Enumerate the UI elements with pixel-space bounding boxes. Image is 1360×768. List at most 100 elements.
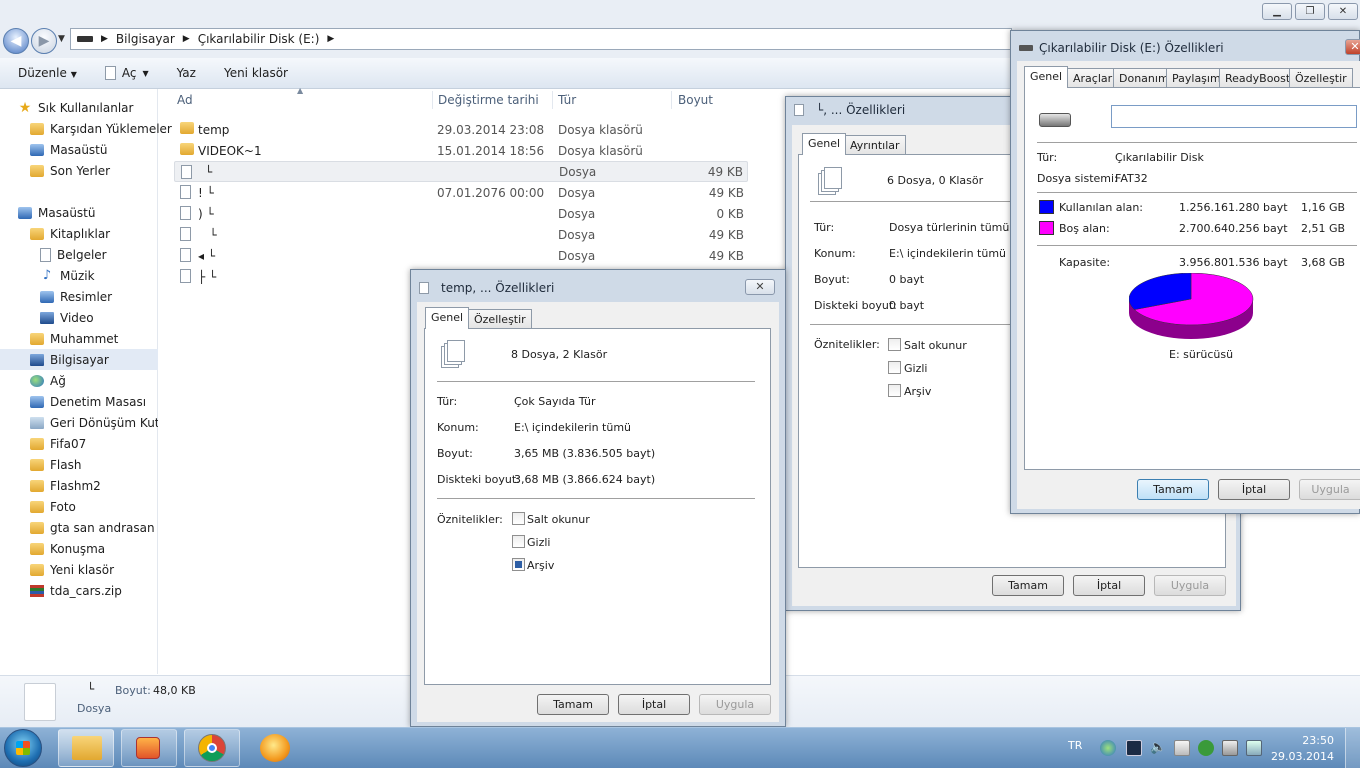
tab-general[interactable]: Genel xyxy=(425,307,470,329)
type-value: Dosya türlerinin tümü xyxy=(889,221,1010,234)
nav-pictures[interactable]: Resimler xyxy=(40,286,198,307)
power-icon[interactable] xyxy=(1246,740,1262,756)
tab-customize[interactable]: Özelleştir xyxy=(1289,68,1353,88)
ok-button[interactable]: Tamam xyxy=(992,575,1064,596)
nav-flashm2[interactable]: Flashm2 xyxy=(30,475,188,496)
file-row[interactable]: ! └ 07.01.2076 00:00 Dosya 49 KB xyxy=(174,182,748,203)
capacity-gb: 3,68 GB xyxy=(1301,256,1346,269)
volume-icon[interactable]: 🔈 xyxy=(1150,740,1166,756)
breadcrumb-computer[interactable]: Bilgisayar xyxy=(116,32,175,46)
nav-foto[interactable]: Foto xyxy=(30,496,188,517)
maximize-button[interactable]: ❐ xyxy=(1295,3,1325,20)
open-button[interactable]: Aç ▼ xyxy=(104,66,149,80)
write-button[interactable]: Yaz xyxy=(177,66,196,80)
new-folder-button[interactable]: Yeni klasör xyxy=(224,66,288,80)
ok-button[interactable]: Tamam xyxy=(537,694,609,715)
nav-fifa07[interactable]: Fifa07 xyxy=(30,433,188,454)
nav-gta[interactable]: gta san andrasan xyxy=(30,517,188,538)
cancel-button[interactable]: İptal xyxy=(1073,575,1145,596)
nav-desktop-fav[interactable]: Masaüstü xyxy=(30,139,188,160)
security-icon[interactable] xyxy=(1198,740,1214,756)
attributes-label: Öznitelikler: xyxy=(814,338,880,351)
tab-general[interactable]: Genel xyxy=(802,133,847,155)
nav-video[interactable]: Video xyxy=(40,307,198,328)
column-separator[interactable] xyxy=(671,91,672,109)
column-header-size[interactable]: Boyut xyxy=(678,89,713,111)
file-row[interactable]: └ Dosya 49 KB xyxy=(174,224,748,245)
nav-konusma[interactable]: Konuşma xyxy=(30,538,188,559)
nav-desktop[interactable]: Masaüstü xyxy=(18,202,176,223)
nav-recent-places[interactable]: Son Yerler xyxy=(30,160,188,181)
column-separator[interactable] xyxy=(432,91,433,109)
nav-zip[interactable]: tda_cars.zip xyxy=(30,580,188,601)
nav-control-panel[interactable]: Denetim Masası xyxy=(30,391,188,412)
volume-label-input[interactable] xyxy=(1111,105,1357,128)
forward-button[interactable]: ▶ xyxy=(31,28,57,54)
details-name: └ xyxy=(87,682,95,696)
file-row[interactable]: ) └ Dosya 0 KB xyxy=(174,203,748,224)
safely-remove-icon[interactable] xyxy=(1222,740,1238,756)
tab-readyboost[interactable]: ReadyBoost xyxy=(1219,68,1297,88)
apply-button[interactable]: Uygula xyxy=(1299,479,1360,500)
organize-menu[interactable]: Düzenle ▼ xyxy=(18,66,77,80)
file-row[interactable]: ◂ └ Dosya 49 KB xyxy=(174,245,748,266)
nav-user[interactable]: Muhammet xyxy=(30,328,188,349)
readonly-label: Salt okunur xyxy=(527,513,590,526)
tab-customize[interactable]: Özelleştir xyxy=(468,309,532,329)
network-globe-icon[interactable] xyxy=(1100,740,1116,756)
selection-summary: 8 Dosya, 2 Klasör xyxy=(511,348,608,361)
address-bar[interactable]: ▶ Bilgisayar ▶ Çıkarılabilir Disk (E:) ▶ xyxy=(70,28,1012,50)
cancel-button[interactable]: İptal xyxy=(618,694,690,715)
folder-icon xyxy=(30,542,44,555)
tab-details[interactable]: Ayrıntılar xyxy=(844,135,906,155)
language-indicator[interactable]: TR xyxy=(1068,739,1082,752)
nav-recycle-bin[interactable]: Geri Dönüşüm Kutusu xyxy=(30,412,158,433)
action-center-icon[interactable] xyxy=(1174,740,1190,756)
close-button[interactable]: ✕ xyxy=(1328,3,1358,20)
back-button[interactable]: ◀ xyxy=(3,28,29,54)
minimize-button[interactable]: ▁ xyxy=(1262,3,1292,20)
tab-tools[interactable]: Araçlar xyxy=(1067,68,1119,88)
cancel-button[interactable]: İptal xyxy=(1218,479,1290,500)
apply-button[interactable]: Uygula xyxy=(1154,575,1226,596)
readonly-checkbox[interactable] xyxy=(512,512,525,525)
recent-pages-dropdown[interactable]: ▼ xyxy=(58,34,65,44)
column-header-type[interactable]: Tür xyxy=(558,89,576,111)
breadcrumb-drive[interactable]: Çıkarılabilir Disk (E:) xyxy=(198,32,320,46)
apply-button[interactable]: Uygula xyxy=(699,694,771,715)
folder-icon xyxy=(30,437,44,450)
clock-date[interactable]: 29.03.2014 xyxy=(1270,750,1334,763)
column-header-date[interactable]: Değiştirme tarihi xyxy=(438,89,539,111)
nav-new-folder[interactable]: Yeni klasör xyxy=(30,559,188,580)
file-row[interactable]: └ Dosya 49 KB xyxy=(174,161,748,182)
dialog-close-button[interactable]: ✕ xyxy=(1345,39,1360,55)
nav-network[interactable]: Ağ xyxy=(30,370,188,391)
nav-downloads[interactable]: Karşıdan Yüklemeler xyxy=(30,118,188,139)
file-row[interactable]: VIDEOK~1 15.01.2014 18:56 Dosya klasörü xyxy=(174,140,748,161)
file-thumbnail-icon xyxy=(24,683,56,721)
file-row[interactable]: temp 29.03.2014 23:08 Dosya klasörü xyxy=(174,119,748,140)
files-icon xyxy=(419,282,429,294)
show-desktop-button[interactable] xyxy=(1345,728,1360,768)
file-icon xyxy=(180,206,191,220)
nav-favorites[interactable]: ★ Sık Kullanılanlar xyxy=(18,97,176,118)
column-separator[interactable] xyxy=(552,91,553,109)
monitor-icon[interactable] xyxy=(1126,740,1142,756)
filesystem-value: FAT32 xyxy=(1115,172,1148,185)
readonly-checkbox[interactable] xyxy=(888,338,901,351)
size-value: 3,65 MB (3.836.505 bayt) xyxy=(514,447,656,460)
ok-button[interactable]: Tamam xyxy=(1137,479,1209,500)
tab-general[interactable]: Genel xyxy=(1024,66,1069,88)
dialog-close-button[interactable]: ✕ xyxy=(745,279,775,295)
clock-time[interactable]: 23:50 xyxy=(1280,734,1334,747)
hidden-checkbox[interactable] xyxy=(512,535,525,548)
archive-checkbox[interactable] xyxy=(512,558,525,571)
column-header-name[interactable]: Ad xyxy=(177,89,193,111)
nav-flash[interactable]: Flash xyxy=(30,454,188,475)
capacity-bytes: 3.956.801.536 bayt xyxy=(1179,256,1288,269)
nav-computer[interactable]: Bilgisayar xyxy=(0,349,158,370)
archive-checkbox[interactable] xyxy=(888,384,901,397)
nav-libraries[interactable]: Kitaplıklar xyxy=(30,223,188,244)
tab-sharing[interactable]: Paylaşım xyxy=(1166,68,1227,88)
hidden-checkbox[interactable] xyxy=(888,361,901,374)
